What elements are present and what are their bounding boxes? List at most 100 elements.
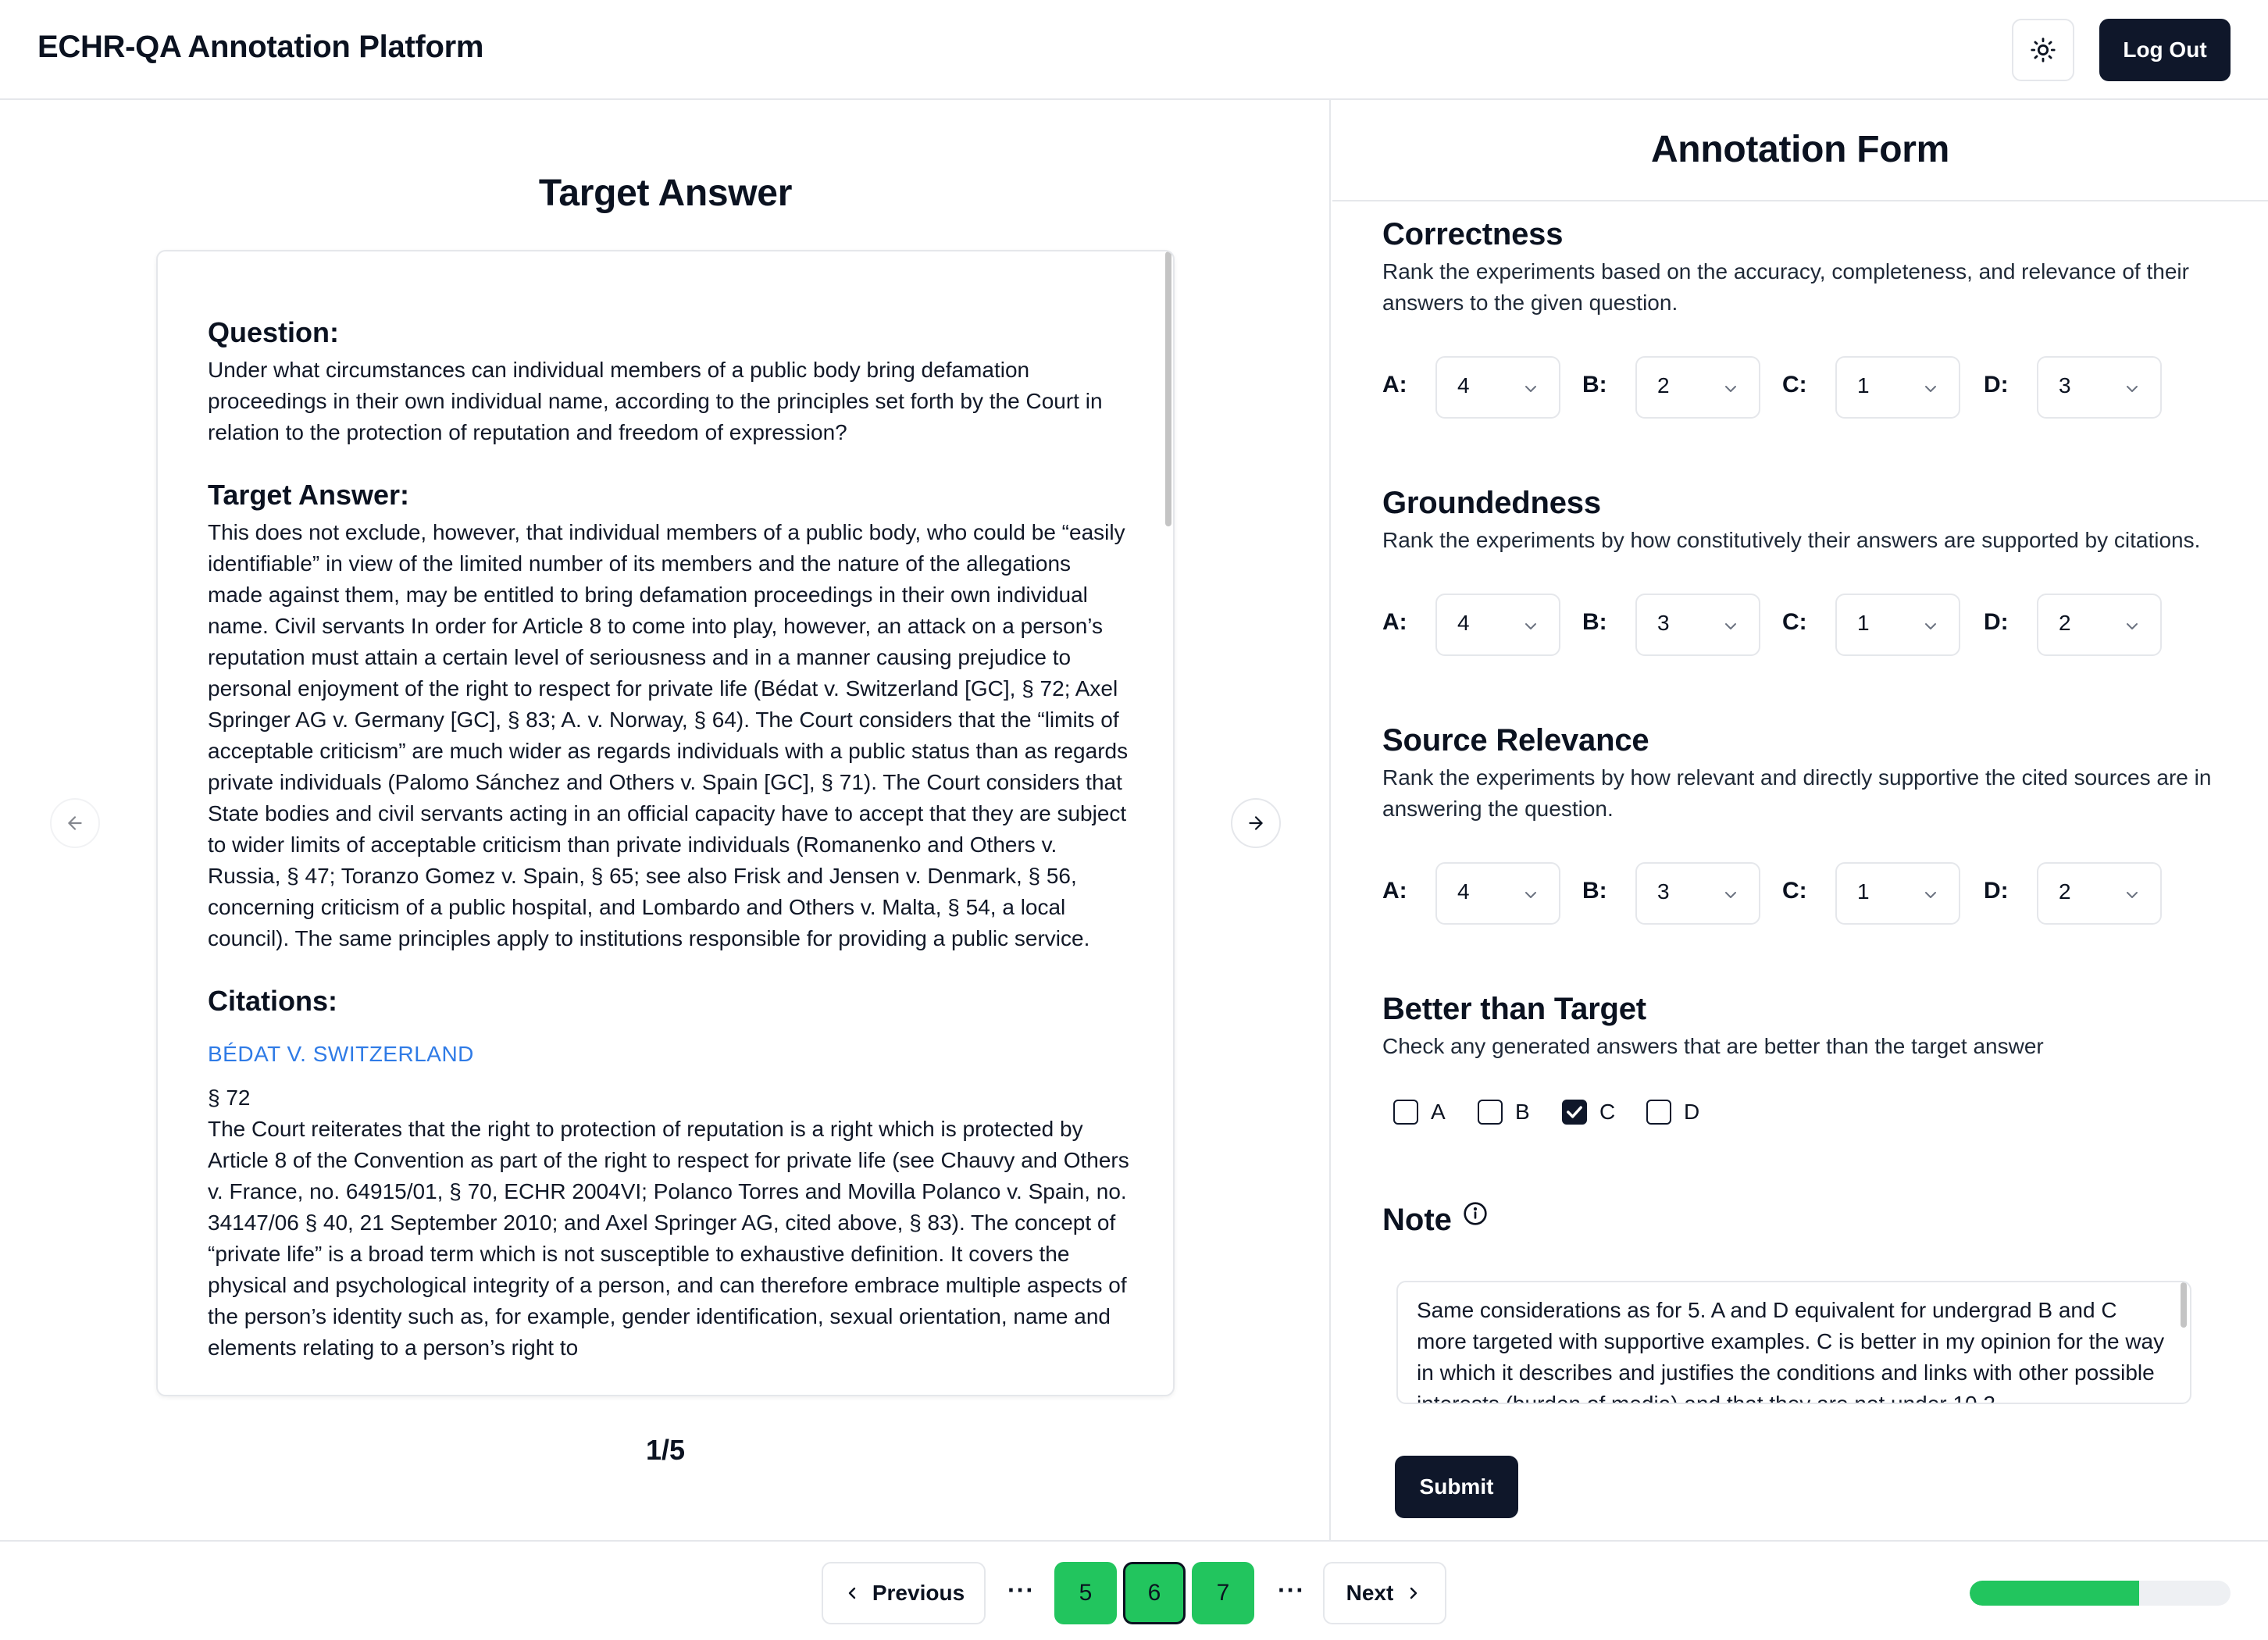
target-answer-pane: Target Answer Question: Under what circu… — [0, 100, 1331, 1540]
next-label: Next — [1346, 1581, 1394, 1605]
correctness-description: Rank the experiments based on the accura… — [1382, 259, 2189, 315]
rank-value: 1 — [1857, 373, 1870, 398]
rank-value: 4 — [1457, 879, 1470, 904]
rank-label: B: — [1582, 372, 1607, 398]
checkbox-label: C — [1599, 1100, 1616, 1124]
rank-value: 4 — [1457, 373, 1470, 398]
checkbox-c[interactable] — [1562, 1100, 1587, 1125]
rank-select-d[interactable]: 2 — [2037, 594, 2162, 656]
arrow-right-icon — [1249, 816, 1263, 830]
rank-label: A: — [1382, 372, 1407, 398]
rank-value: 1 — [1857, 611, 1870, 635]
chevron-down-icon — [1925, 386, 1936, 392]
rank-value: 2 — [2059, 611, 2071, 635]
info-icon[interactable] — [1463, 1201, 1488, 1230]
rank-label: D: — [1984, 609, 2009, 635]
chevron-down-icon — [1925, 623, 1936, 629]
target-answer-title: Target Answer — [538, 173, 793, 214]
checkbox-d[interactable] — [1646, 1100, 1671, 1125]
rank-label: B: — [1582, 878, 1607, 904]
page-button-6[interactable]: 6 — [1123, 1562, 1186, 1624]
chevron-down-icon — [2127, 623, 2138, 629]
next-answer-button[interactable] — [1231, 798, 1281, 848]
rank-label: A: — [1382, 609, 1407, 635]
checkbox-label: A — [1431, 1100, 1446, 1124]
pagination-ellipsis: ··· — [1278, 1576, 1305, 1604]
chevron-down-icon — [1925, 892, 1936, 898]
logout-button[interactable]: Log Out — [2099, 19, 2231, 81]
rank-label: D: — [1984, 372, 2009, 398]
rank-select-d[interactable]: 3 — [2037, 356, 2162, 419]
rank-select-b[interactable]: 2 — [1635, 356, 1760, 419]
annotation-form-pane: Annotation Form Correctness Rank the exp… — [1332, 100, 2268, 1540]
rank-select-a[interactable]: 4 — [1435, 594, 1560, 656]
note-header: Note — [1382, 1200, 1488, 1240]
citation-text: The Court reiterates that the right to p… — [208, 1117, 1129, 1360]
rank-select-c[interactable]: 1 — [1835, 356, 1960, 419]
previous-page-button[interactable]: Previous — [822, 1562, 986, 1624]
better-than-target-section: Better than Target Check any generated a… — [1382, 989, 2249, 1062]
rank-select-b[interactable]: 3 — [1635, 594, 1760, 656]
previous-label: Previous — [872, 1581, 965, 1605]
correctness-title: Correctness — [1382, 217, 1564, 251]
source-relevance-title: Source Relevance — [1382, 723, 1649, 758]
rank-value: 2 — [2059, 879, 2071, 904]
checkbox-b[interactable] — [1478, 1100, 1503, 1125]
document-card[interactable]: Question: Under what circumstances can i… — [156, 250, 1175, 1396]
progress-bar — [1970, 1581, 2231, 1606]
better-than-target-title: Better than Target — [1382, 992, 1646, 1026]
groundedness-description: Rank the experiments by how constitutive… — [1382, 528, 2201, 552]
citation-link[interactable]: BÉDAT V. SWITZERLAND — [208, 1039, 1129, 1070]
rank-select-d[interactable]: 2 — [2037, 862, 2162, 925]
citation-paragraph: § 72 — [208, 1086, 251, 1110]
chevron-down-icon — [1725, 892, 1736, 898]
target-answer-text: This does not exclude, however, that ind… — [208, 520, 1129, 950]
chevron-down-icon — [1525, 623, 1536, 629]
source-relevance-section: Source Relevance Rank the experiments by… — [1382, 720, 2249, 825]
document-content: Question: Under what circumstances can i… — [208, 314, 1129, 1364]
check-icon — [1567, 1106, 1582, 1118]
progress-bar-fill — [1970, 1581, 2140, 1606]
document-scrollbar[interactable] — [1165, 251, 1171, 526]
rank-select-a[interactable]: 4 — [1435, 356, 1560, 419]
note-scrollbar[interactable] — [2181, 1282, 2187, 1328]
pagination-ellipsis: ··· — [1007, 1576, 1035, 1604]
chevron-down-icon — [1525, 892, 1536, 898]
rank-value: 3 — [1657, 879, 1670, 904]
chevron-down-icon — [2127, 386, 2138, 392]
rank-label: A: — [1382, 878, 1407, 904]
note-textarea[interactable]: Same considerations as for 5. A and D eq… — [1396, 1281, 2191, 1404]
chevron-down-icon — [1725, 386, 1736, 392]
source-relevance-description: Rank the experiments by how relevant and… — [1382, 765, 2212, 821]
form-title-bar: Annotation Form — [1332, 100, 2268, 201]
chevron-down-icon — [1725, 623, 1736, 629]
rank-label: D: — [1984, 878, 2009, 904]
rank-value: 1 — [1857, 879, 1870, 904]
rank-select-c[interactable]: 1 — [1835, 862, 1960, 925]
sun-icon — [2031, 37, 2056, 62]
rank-label: C: — [1782, 609, 1807, 635]
rank-label: C: — [1782, 878, 1807, 904]
page-button-5[interactable]: 5 — [1054, 1562, 1117, 1624]
rank-value: 4 — [1457, 611, 1470, 635]
arrow-left-icon — [68, 816, 82, 830]
chevron-right-icon — [1410, 1587, 1418, 1599]
theme-toggle-button[interactable] — [2012, 19, 2074, 81]
note-text: Same considerations as for 5. A and D eq… — [1417, 1298, 2165, 1404]
page-button-7[interactable]: 7 — [1192, 1562, 1254, 1624]
next-page-button[interactable]: Next — [1323, 1562, 1446, 1624]
target-answer-heading: Target Answer: — [208, 479, 410, 511]
previous-answer-button[interactable] — [50, 798, 100, 848]
app-title: ECHR-QA Annotation Platform — [37, 30, 484, 64]
pagination-footer: Previous ··· 5 6 7 ··· Next — [0, 1540, 2268, 1640]
submit-button[interactable]: Submit — [1395, 1456, 1518, 1518]
groundedness-title: Groundedness — [1382, 486, 1601, 520]
rank-select-b[interactable]: 3 — [1635, 862, 1760, 925]
checkbox-a[interactable] — [1393, 1100, 1418, 1125]
better-than-target-description: Check any generated answers that are bet… — [1382, 1034, 2044, 1058]
rank-select-a[interactable]: 4 — [1435, 862, 1560, 925]
rank-select-c[interactable]: 1 — [1835, 594, 1960, 656]
rank-label: C: — [1782, 372, 1807, 398]
chevron-left-icon — [848, 1587, 856, 1599]
chevron-down-icon — [1525, 386, 1536, 392]
